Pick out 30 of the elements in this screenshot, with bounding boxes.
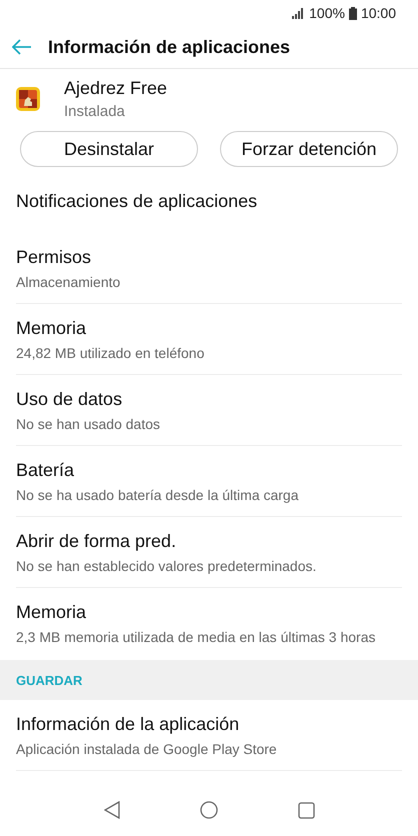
setting-summary: Almacenamiento	[16, 274, 122, 290]
clock: 10:00	[360, 5, 396, 21]
signal-icon	[292, 8, 306, 18]
app-name: Ajedrez Free	[64, 78, 168, 99]
action-button[interactable]: Desinstalar	[20, 131, 198, 167]
chess-app-icon	[16, 87, 40, 111]
setting-summary: No se han establecido valores predeterminados.	[16, 558, 318, 574]
battery-percent: 100%	[309, 5, 345, 21]
setting-title[interactable]: Batería	[16, 460, 402, 480]
setting-summary: 2,3 MB memoria utilizada de media en las últimas 3 horas	[16, 628, 377, 644]
setting-title[interactable]: Abrir de forma pred.	[16, 530, 402, 552]
setting-title[interactable]: Memoria	[16, 602, 402, 622]
setting-title[interactable]: Uso de datos	[16, 388, 402, 410]
setting-title[interactable]: Información de la aplicación	[16, 714, 402, 734]
setting-title[interactable]: Memoria	[16, 318, 402, 338]
back-icon[interactable]	[104, 801, 120, 819]
setting-summary: No se han usado datos	[16, 416, 161, 432]
action-button[interactable]: Forzar detención	[220, 131, 398, 167]
section-header: GUARDAR	[16, 672, 82, 688]
battery-icon	[348, 6, 357, 20]
setting-title[interactable]: Notificaciones de aplicaciones	[16, 190, 402, 212]
recents-icon[interactable]	[298, 802, 314, 818]
setting-summary: No se ha usado batería desde la última carga	[16, 486, 300, 502]
app-status: Instalada	[64, 103, 126, 120]
page-title: Información de aplicaciones	[48, 36, 290, 58]
home-icon[interactable]	[200, 801, 218, 819]
back-icon[interactable]	[12, 39, 32, 55]
setting-title[interactable]: Permisos	[16, 246, 402, 268]
setting-summary: 24,82 MB utilizado en teléfono	[16, 344, 206, 360]
setting-summary: Aplicación instalada de Google Play Store	[16, 740, 278, 756]
